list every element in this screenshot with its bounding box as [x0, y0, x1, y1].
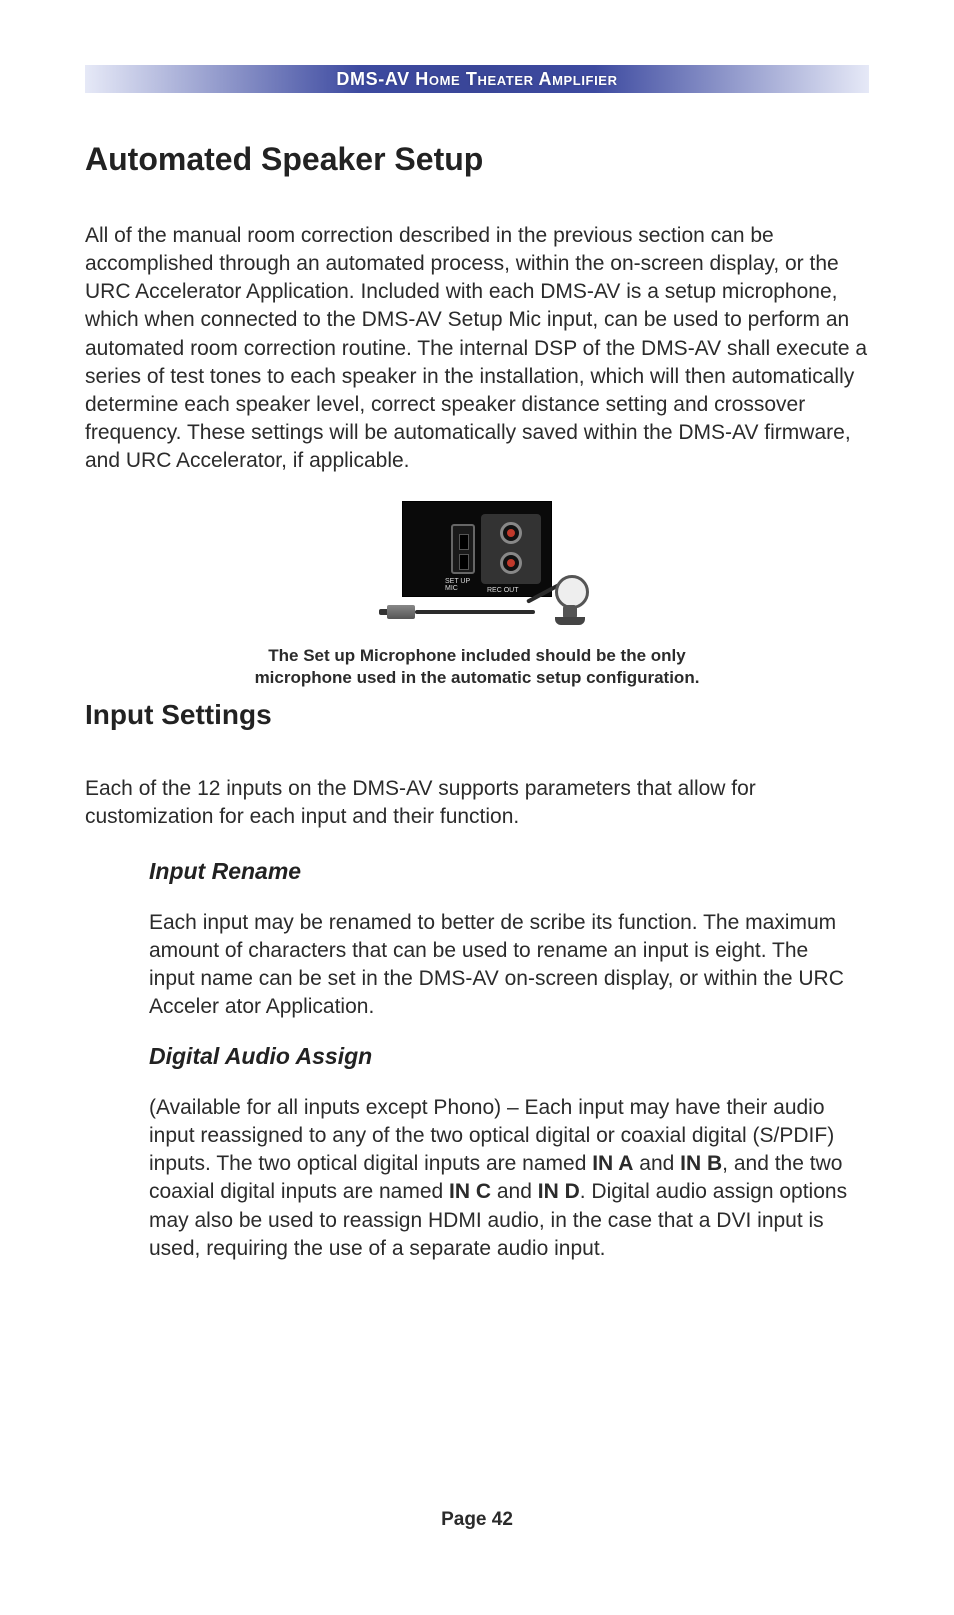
- caption-line-1: The Set up Microphone included should be…: [268, 646, 685, 665]
- figure-image: SET UPMIC REC OUT: [367, 501, 587, 641]
- label-setup-mic: SET UPMIC: [445, 578, 470, 592]
- paragraph-automated-setup: All of the manual room correction descri…: [85, 222, 869, 475]
- caption-line-2: microphone used in the automatic setup c…: [255, 668, 700, 687]
- heading-automated-speaker-setup: Automated Speaker Setup: [85, 141, 869, 178]
- label-in-d: IN D: [538, 1180, 580, 1203]
- paragraph-input-settings: Each of the 12 inputs on the DMS-AV supp…: [85, 775, 869, 831]
- subsection-input-rename: Input Rename Each input may be renamed t…: [149, 858, 857, 1263]
- rca-jack-icon: [500, 552, 522, 574]
- paragraph-digital-audio-assign: (Available for all inputs except Phono) …: [149, 1094, 857, 1263]
- text-run: and: [491, 1180, 538, 1203]
- header-title: DMS-AV Home Theater Amplifier: [336, 69, 617, 90]
- figure-caption: The Set up Microphone included should be…: [255, 645, 700, 689]
- setup-mic-jack-icon: [451, 524, 475, 574]
- rear-panel: SET UPMIC REC OUT: [402, 501, 552, 597]
- text-run: and: [633, 1152, 680, 1175]
- label-in-a: IN A: [592, 1152, 633, 1175]
- microphone-base-icon: [555, 617, 585, 625]
- rec-out-plate: [481, 514, 541, 584]
- label-in-c: IN C: [449, 1180, 491, 1203]
- heading-input-rename: Input Rename: [149, 858, 857, 885]
- paragraph-input-rename: Each input may be renamed to better de s…: [149, 909, 857, 1022]
- heading-digital-audio-assign: Digital Audio Assign: [149, 1043, 857, 1070]
- cable-icon: [415, 610, 535, 614]
- figure-setup-microphone: SET UPMIC REC OUT The Set up Microphone …: [85, 501, 869, 689]
- label-rec-out: REC OUT: [487, 587, 519, 594]
- rca-jack-icon: [500, 522, 522, 544]
- page: DMS-AV Home Theater Amplifier Automated …: [0, 0, 954, 1615]
- microphone-capsule-icon: [555, 575, 589, 609]
- page-number: Page 42: [0, 1509, 954, 1531]
- label-in-b: IN B: [680, 1152, 722, 1175]
- header-bar: DMS-AV Home Theater Amplifier: [85, 65, 869, 93]
- plug-body-icon: [387, 605, 415, 619]
- heading-input-settings: Input Settings: [85, 699, 869, 731]
